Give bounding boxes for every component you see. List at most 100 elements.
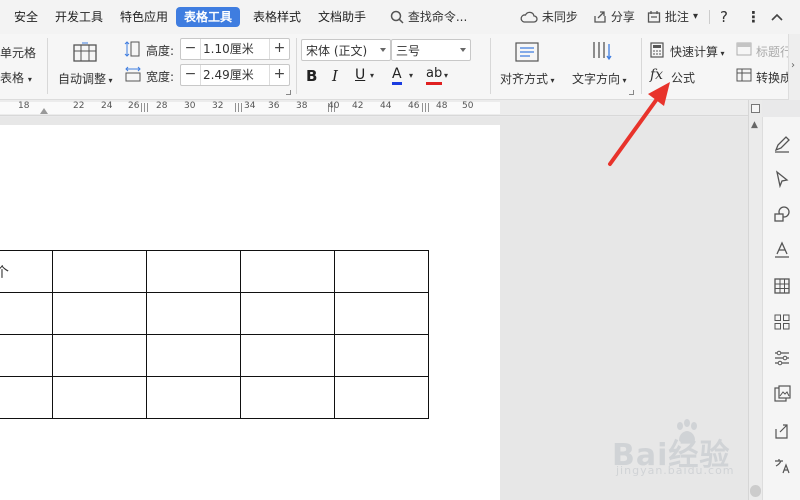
table-cell[interactable]	[334, 292, 429, 335]
increase-height-button[interactable]: +	[269, 39, 289, 59]
text-style-icon[interactable]	[773, 241, 791, 259]
table-cell[interactable]	[240, 292, 335, 335]
col-width-stepper[interactable]: − 2.49厘米 +	[180, 64, 290, 86]
chevron-down-icon[interactable]: ▾	[444, 71, 448, 80]
group-expand-icon[interactable]	[286, 90, 291, 95]
column-marker[interactable]	[422, 103, 431, 112]
document-table[interactable]: 个	[0, 250, 429, 419]
table-cell[interactable]	[334, 334, 429, 377]
align-icon	[514, 41, 540, 66]
table-cell[interactable]	[146, 334, 241, 377]
table-cell[interactable]	[52, 334, 147, 377]
column-marker[interactable]	[235, 103, 244, 112]
collapse-ribbon-icon[interactable]	[770, 7, 784, 27]
column-marker[interactable]	[141, 103, 150, 112]
font-size-select[interactable]: 三号	[391, 39, 471, 61]
sync-status[interactable]: 未同步	[520, 7, 578, 27]
font-name-select[interactable]: 宋体 (正文)	[301, 39, 391, 61]
export-icon[interactable]	[773, 422, 791, 440]
ribbon-scroll-right[interactable]: ›	[788, 34, 800, 100]
ruler-number: 48	[436, 101, 448, 111]
split-table-label: 表格	[0, 71, 25, 85]
help-button[interactable]: ?	[720, 7, 728, 27]
ruler-number: 32	[212, 101, 224, 111]
ruler-number: 24	[101, 101, 113, 111]
tab-security[interactable]: 安全	[10, 7, 42, 27]
comment-icon	[647, 11, 661, 23]
chevron-down-icon[interactable]: ▾	[693, 7, 698, 27]
tab-table-style[interactable]: 表格样式	[249, 7, 305, 27]
table-cell[interactable]	[0, 292, 53, 335]
tab-table-tools[interactable]: 表格工具	[176, 7, 241, 27]
chevron-down-icon[interactable]: ▾	[409, 71, 413, 80]
decrease-width-button[interactable]: −	[181, 65, 201, 85]
table-cell[interactable]	[0, 334, 53, 377]
search-command[interactable]: 查找命令...	[390, 7, 467, 27]
table-grid-icon	[72, 42, 98, 67]
table-cell[interactable]	[146, 250, 241, 293]
tab-doc-assistant[interactable]: 文档助手	[314, 7, 370, 27]
highlight-button[interactable]: ab	[426, 66, 443, 85]
settings-sliders-icon[interactable]	[773, 349, 791, 367]
font-color-button[interactable]: A	[392, 66, 402, 85]
auto-adjust-button[interactable]: 自动调整 ▾	[58, 70, 113, 87]
shapes-icon[interactable]	[773, 205, 791, 223]
ruler-number: 22	[73, 101, 85, 111]
underline-button[interactable]: U	[355, 67, 365, 83]
menubar-divider	[709, 10, 710, 24]
translate-icon[interactable]	[773, 457, 791, 475]
share-button[interactable]: 分享	[593, 7, 635, 27]
apps-grid-icon[interactable]	[773, 313, 791, 331]
convert-icon	[736, 68, 752, 85]
document-page[interactable]: 个	[0, 125, 500, 500]
right-side-toolbar	[762, 117, 800, 500]
share-label: 分享	[610, 10, 635, 24]
table-cell[interactable]	[52, 376, 147, 419]
ruler-number: 50	[462, 101, 474, 111]
split-view-icon[interactable]	[751, 104, 760, 113]
col-width-value[interactable]: 2.49厘米	[203, 65, 254, 85]
table-icon[interactable]	[773, 277, 791, 295]
increase-width-button[interactable]: +	[269, 65, 289, 85]
more-options-icon[interactable]: ⋮	[746, 7, 761, 27]
quick-calc-button[interactable]: 快速计算 ▾	[670, 43, 725, 60]
image-icon[interactable]	[773, 385, 791, 403]
table-row: 个	[0, 250, 429, 293]
split-cell-button[interactable]: 单元格	[0, 44, 36, 61]
align-button[interactable]: 对齐方式 ▾	[500, 70, 555, 87]
ruler-number: 42	[352, 101, 364, 111]
ruler-number: 18	[18, 101, 30, 111]
title-row-repeat-button[interactable]: 标题行	[756, 43, 792, 60]
row-height-stepper[interactable]: − 1.10厘米 +	[180, 38, 290, 60]
cursor-icon[interactable]	[773, 170, 791, 188]
bold-button[interactable]: B	[306, 67, 317, 85]
split-table-button[interactable]: 表格 ▾	[0, 69, 32, 86]
italic-button[interactable]: I	[332, 67, 338, 85]
table-cell[interactable]	[334, 376, 429, 419]
convert-to-text-button[interactable]: 转换成	[756, 69, 792, 86]
chevron-down-icon[interactable]: ▾	[370, 71, 374, 80]
table-cell[interactable]	[240, 250, 335, 293]
chevron-right-icon: ›	[791, 60, 795, 71]
tab-special-apps[interactable]: 特色应用	[116, 7, 172, 27]
indent-marker[interactable]	[40, 108, 48, 114]
table-cell[interactable]	[240, 334, 335, 377]
table-cell[interactable]: 个	[0, 250, 53, 293]
row-height-value[interactable]: 1.10厘米	[203, 39, 254, 59]
table-cell[interactable]	[52, 250, 147, 293]
table-cell[interactable]	[146, 292, 241, 335]
decrease-height-button[interactable]: −	[181, 39, 201, 59]
quick-calc-label: 快速计算	[670, 45, 719, 59]
table-cell[interactable]	[240, 376, 335, 419]
table-cell[interactable]	[52, 292, 147, 335]
paw-icon	[677, 419, 697, 443]
table-cell[interactable]	[146, 376, 241, 419]
chevron-up-icon[interactable]: ▲	[751, 120, 758, 130]
comment-button[interactable]: 批注	[647, 7, 689, 27]
font-name-value: 宋体 (正文)	[306, 44, 368, 58]
pen-icon[interactable]	[773, 135, 791, 153]
table-cell[interactable]	[0, 376, 53, 419]
tab-developer-tools[interactable]: 开发工具	[51, 7, 107, 27]
table-cell[interactable]	[334, 250, 429, 293]
col-width-icon	[124, 66, 142, 87]
